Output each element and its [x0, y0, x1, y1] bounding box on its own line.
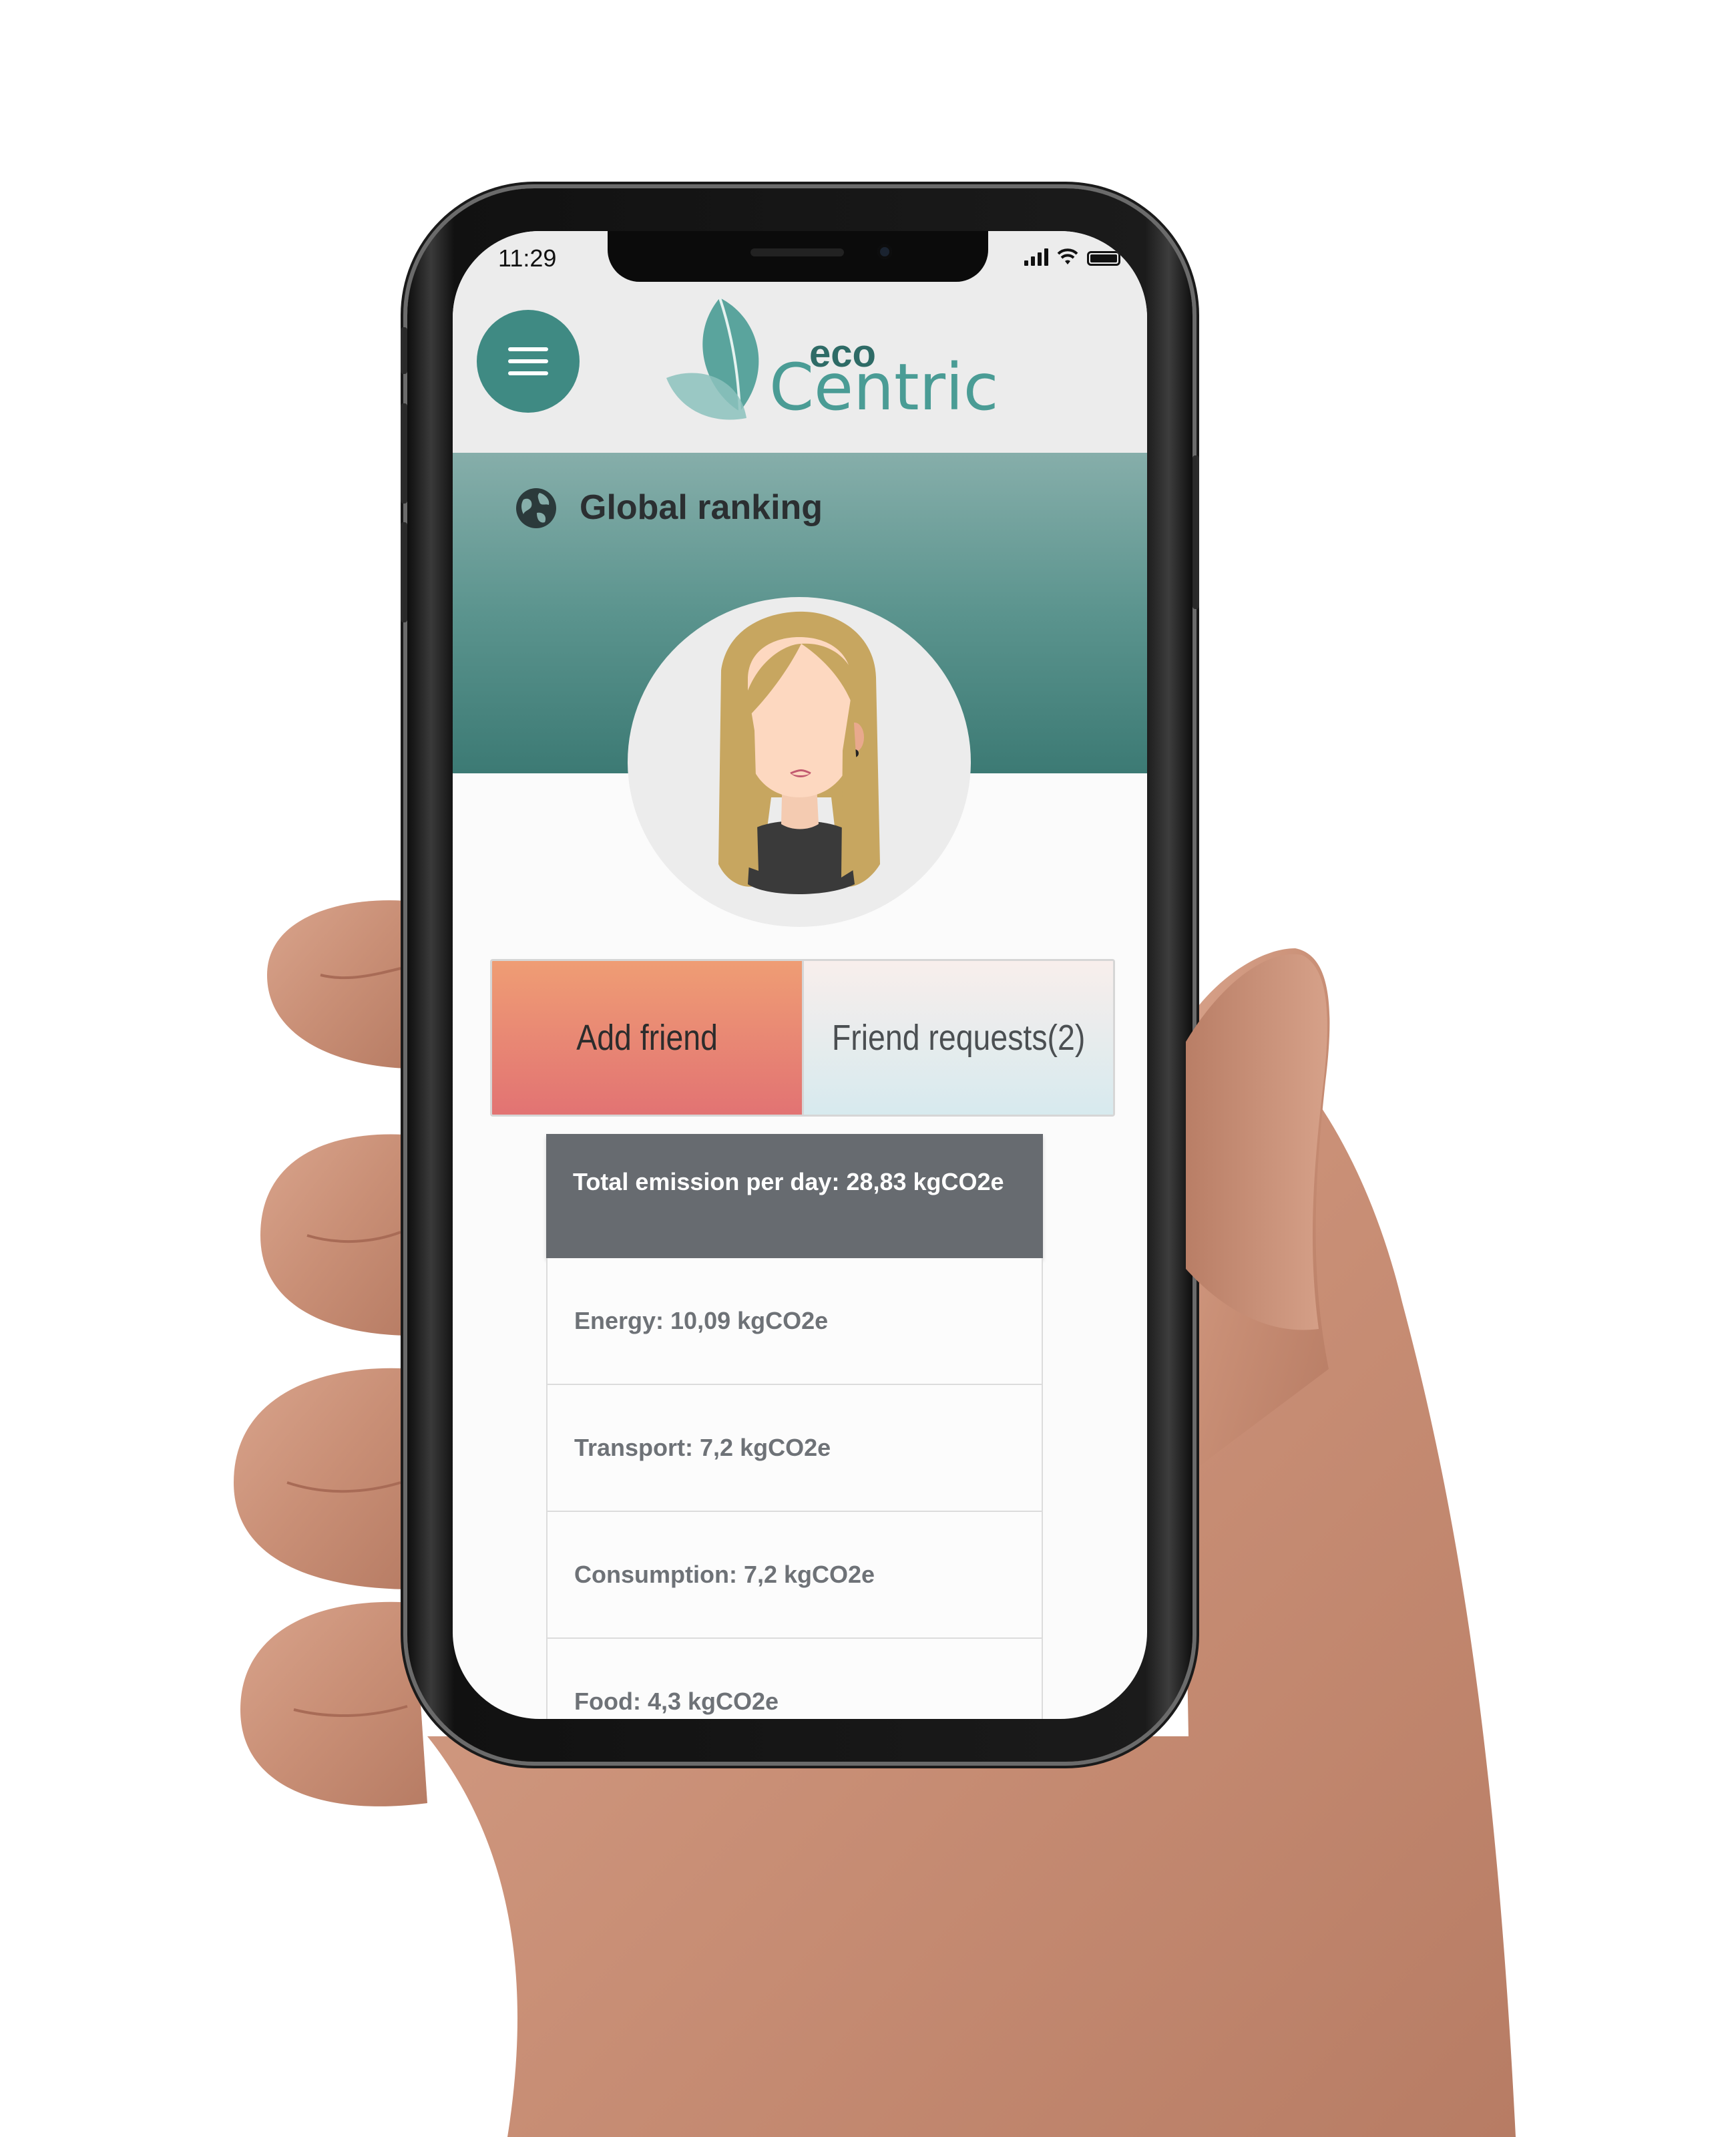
- phone-notch: [608, 231, 988, 282]
- mute-switch: [401, 327, 407, 374]
- phone-device: 11:29 eco Centric Global ranking Add fri…: [401, 188, 1199, 1762]
- app-screen: 11:29 eco Centric Global ranking Add fri…: [453, 231, 1147, 1719]
- emission-item-transport[interactable]: Transport: 7,2 kgCO2e: [546, 1385, 1043, 1512]
- volume-up-button: [401, 403, 407, 504]
- emission-label: Energy: 10,09 kgCO2e: [574, 1307, 829, 1334]
- status-time: 11:29: [498, 244, 557, 272]
- battery-icon: [1087, 251, 1120, 266]
- menu-button[interactable]: [477, 310, 580, 413]
- emission-label: Consumption: 7,2 kgCO2e: [574, 1561, 875, 1588]
- avatar: [628, 597, 971, 927]
- emission-label: Transport: 7,2 kgCO2e: [574, 1434, 831, 1461]
- emission-item-energy[interactable]: Energy: 10,09 kgCO2e: [546, 1258, 1043, 1385]
- emission-label: Food: 4,3 kgCO2e: [574, 1688, 779, 1715]
- logo-centric-text: Centric: [769, 350, 999, 425]
- hamburger-bar: [508, 371, 548, 375]
- emission-item-food[interactable]: Food: 4,3 kgCO2e: [546, 1639, 1043, 1719]
- status-icons: [1024, 248, 1120, 266]
- hamburger-bar: [508, 359, 548, 363]
- woman-avatar-illustration: [718, 611, 880, 894]
- emissions-list: Total emission per day: 28,83 kgCO2e Ene…: [546, 1134, 1043, 1719]
- status-bar: 11:29: [453, 231, 1147, 291]
- hamburger-menu-icon: [508, 347, 548, 351]
- earpiece-speaker: [750, 248, 844, 256]
- friend-requests-label: Friend requests(2): [831, 1018, 1085, 1058]
- ecocentric-logo: eco Centric: [660, 291, 999, 425]
- globe-icon[interactable]: [514, 486, 558, 530]
- cellular-signal-icon: [1024, 248, 1048, 266]
- power-button: [1192, 455, 1199, 609]
- total-emission-header: Total emission per day: 28,83 kgCO2e: [546, 1134, 1043, 1258]
- front-camera: [877, 244, 892, 259]
- wifi-icon: [1057, 248, 1078, 264]
- volume-down-button: [401, 522, 407, 622]
- friend-requests-button[interactable]: Friend requests(2): [801, 961, 1113, 1115]
- global-ranking-link[interactable]: Global ranking: [580, 488, 823, 528]
- app-header: eco Centric: [453, 291, 1147, 453]
- emission-item-consumption[interactable]: Consumption: 7,2 kgCO2e: [546, 1512, 1043, 1639]
- add-friend-button[interactable]: Add friend: [492, 961, 802, 1115]
- add-friend-label: Add friend: [576, 1018, 718, 1058]
- friend-actions: Add friend Friend requests(2): [490, 959, 1115, 1117]
